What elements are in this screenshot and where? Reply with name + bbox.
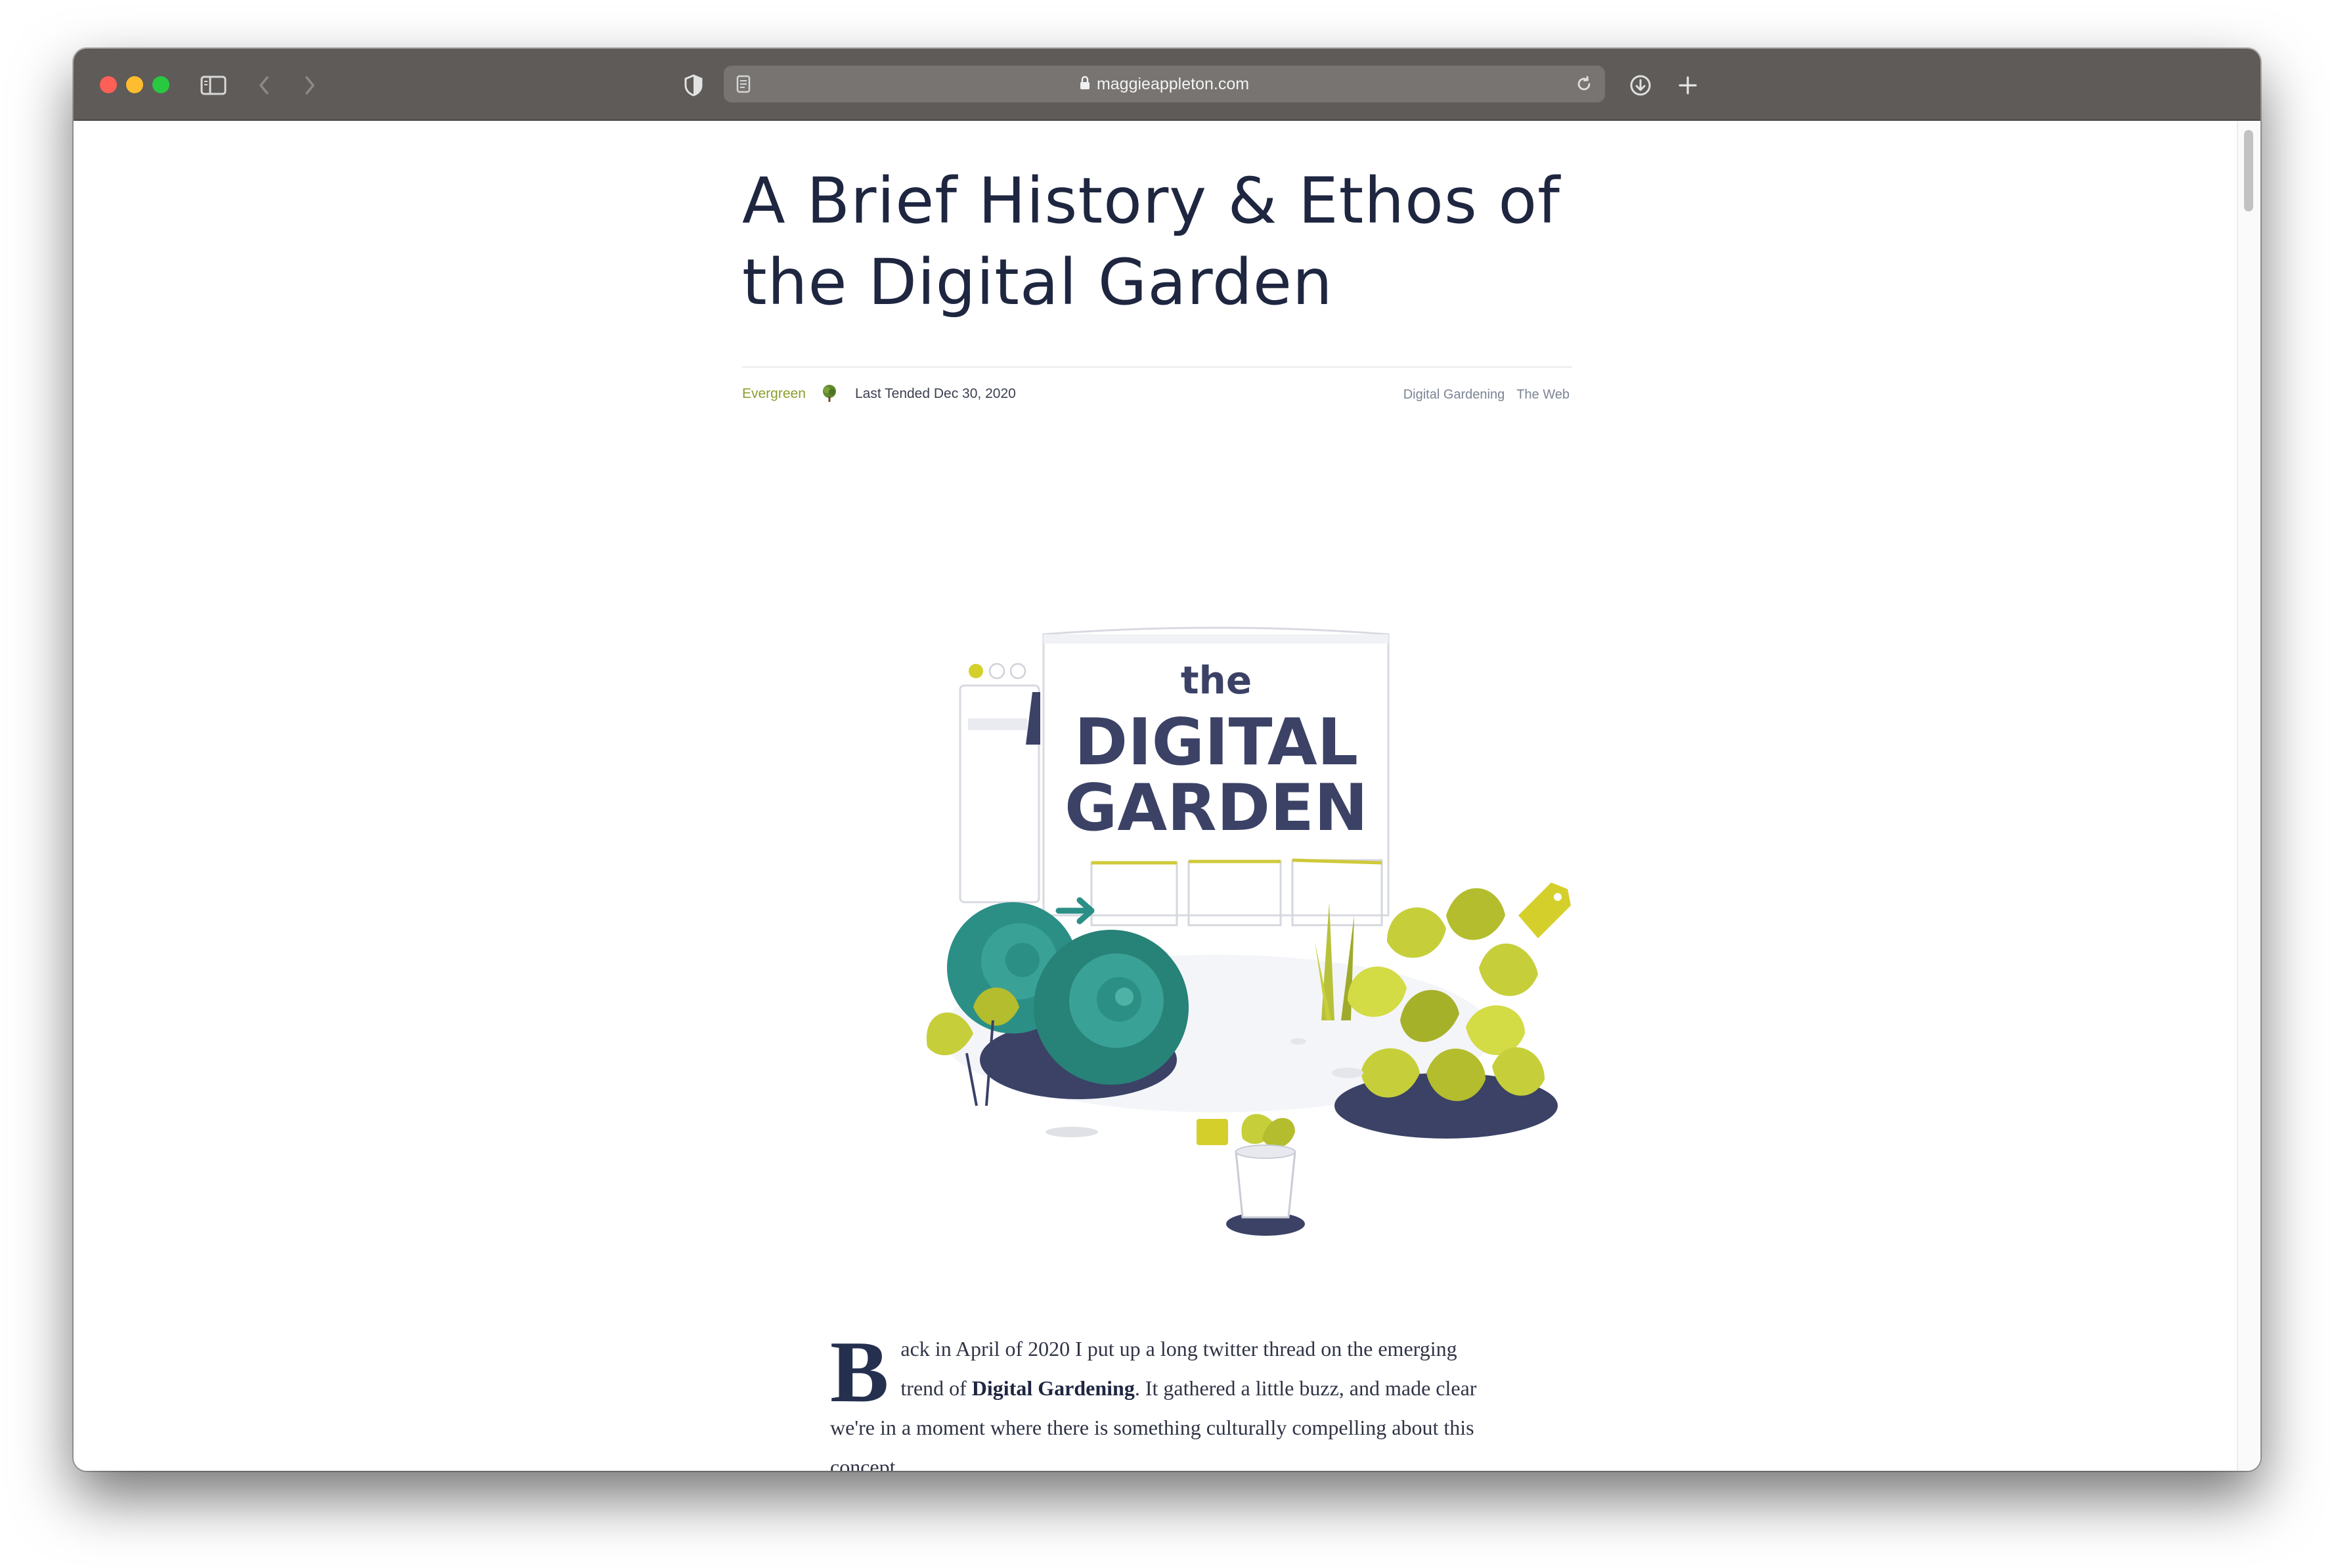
evergreen-tree-icon <box>820 383 839 407</box>
scrollbar-thumb[interactable] <box>2244 130 2253 211</box>
zoom-window-button[interactable] <box>152 76 169 93</box>
article-body: Back in April of 2020 I put up a long tw… <box>830 1323 1491 1471</box>
address-url: maggieappleton.com <box>724 66 1605 102</box>
hero-garden: GARDEN <box>1065 771 1368 846</box>
back-icon[interactable] <box>251 72 277 98</box>
browser-toolbar: maggieappleton.com <box>74 49 2260 121</box>
lock-icon <box>1080 66 1090 103</box>
address-bar[interactable]: maggieappleton.com <box>724 66 1605 102</box>
browser-window: maggieappleton.com A Brief History & Eth… <box>74 49 2260 1471</box>
hero-digital: DIGITAL <box>1074 705 1358 780</box>
topic-tag-the-web[interactable]: The Web <box>1516 387 1570 403</box>
url-text: maggieappleton.com <box>1096 75 1250 93</box>
digital-gardening-link[interactable]: Digital Gardening <box>972 1376 1135 1400</box>
new-tab-icon[interactable] <box>1675 72 1701 98</box>
shield-icon[interactable] <box>680 72 707 98</box>
growth-status-label[interactable]: Evergreen <box>742 386 806 402</box>
page-title: A Brief History & Ethos of the Digital G… <box>742 164 1560 319</box>
page-content: A Brief History & Ethos of the Digital G… <box>74 121 2260 1471</box>
topic-tags: Digital Gardening The Web <box>1403 387 1570 403</box>
close-window-button[interactable] <box>100 76 117 93</box>
last-tended-date: Last Tended Dec 30, 2020 <box>855 386 1016 401</box>
digital-garden-illustration: the DIGITAL GARDEN <box>926 626 1571 1236</box>
sidebar-toggle-icon[interactable] <box>200 72 227 98</box>
forward-icon[interactable] <box>297 72 323 98</box>
title-divider <box>742 366 1572 368</box>
reload-icon[interactable] <box>1571 71 1597 97</box>
topic-tag-digital-gardening[interactable]: Digital Gardening <box>1403 387 1505 403</box>
minimize-window-button[interactable] <box>126 76 143 93</box>
page-scrollbar[interactable] <box>2237 121 2260 1471</box>
drop-cap: B <box>830 1323 889 1420</box>
hero-the: the <box>1181 658 1252 703</box>
downloads-icon[interactable] <box>1627 72 1654 98</box>
